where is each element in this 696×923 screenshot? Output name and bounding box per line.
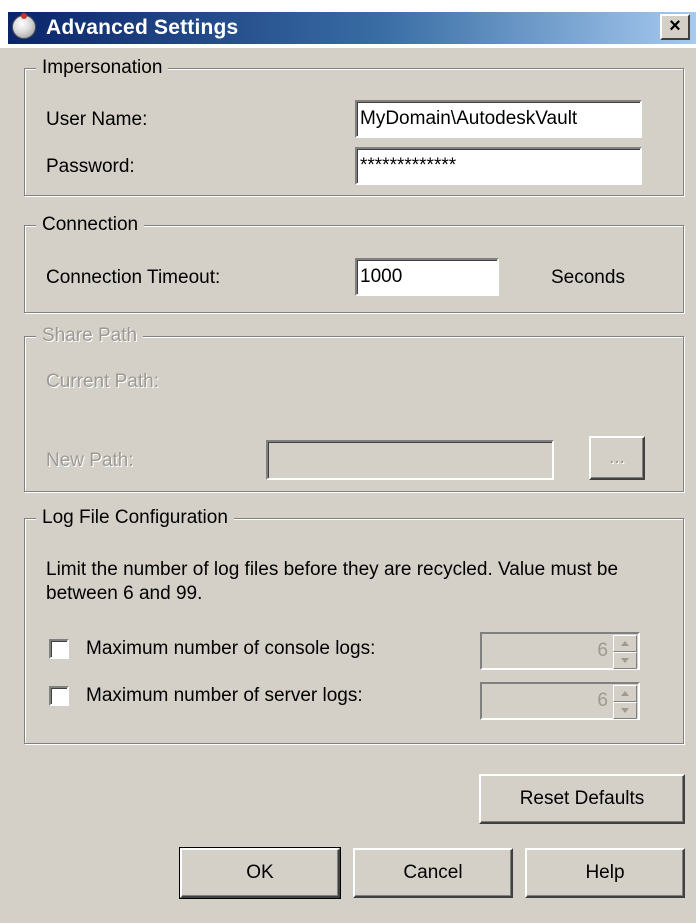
arrow-down-icon — [621, 708, 629, 713]
server-logs-down-button[interactable] — [613, 702, 637, 719]
impersonation-legend: Impersonation — [36, 57, 169, 79]
arrow-up-icon — [621, 641, 629, 646]
server-logs-checkbox[interactable] — [49, 686, 69, 706]
user-name-label: User Name: — [46, 109, 148, 130]
new-path-input[interactable] — [266, 440, 554, 480]
app-icon — [12, 13, 36, 39]
connection-timeout-label: Connection Timeout: — [46, 267, 221, 288]
close-button[interactable]: × — [660, 14, 690, 40]
title-bar[interactable]: Advanced Settings × — [0, 0, 696, 48]
seconds-unit-label: Seconds — [551, 267, 625, 288]
server-logs-spinner[interactable]: 6 — [480, 682, 640, 720]
browse-button[interactable]: ... — [589, 436, 645, 480]
server-logs-value: 6 — [597, 690, 608, 711]
connection-legend: Connection — [36, 214, 145, 236]
server-logs-label: Maximum number of server logs: — [86, 685, 363, 706]
log-file-configuration-legend: Log File Configuration — [36, 507, 234, 529]
password-input[interactable]: ************* — [355, 147, 642, 185]
cancel-button[interactable]: Cancel — [353, 848, 513, 898]
console-logs-value: 6 — [597, 640, 608, 661]
reset-defaults-button[interactable]: Reset Defaults — [479, 774, 685, 824]
close-icon: × — [669, 15, 681, 37]
console-logs-down-button[interactable] — [613, 652, 637, 669]
console-logs-spinner[interactable]: 6 — [480, 632, 640, 670]
browse-ellipsis: ... — [609, 447, 625, 468]
console-logs-spinner-buttons — [613, 635, 637, 669]
dialog-title: Advanced Settings — [46, 16, 239, 39]
help-button[interactable]: Help — [525, 848, 685, 898]
share-path-legend: Share Path — [36, 325, 144, 347]
server-logs-up-button[interactable] — [613, 685, 637, 702]
user-name-input[interactable]: MyDomain\AutodeskVault — [355, 100, 642, 138]
server-logs-spinner-buttons — [613, 685, 637, 719]
advanced-settings-dialog: Advanced Settings × Impersonation User N… — [0, 0, 696, 923]
password-label: Password: — [46, 156, 135, 177]
new-path-label: New Path: — [46, 450, 134, 471]
console-logs-label: Maximum number of console logs: — [86, 638, 376, 659]
arrow-up-icon — [621, 691, 629, 696]
connection-timeout-input[interactable]: 1000 — [355, 258, 499, 296]
console-logs-checkbox[interactable] — [49, 639, 69, 659]
ok-button[interactable]: OK — [179, 847, 341, 899]
console-logs-up-button[interactable] — [613, 635, 637, 652]
arrow-down-icon — [621, 658, 629, 663]
current-path-label: Current Path: — [46, 371, 159, 392]
log-description: Limit the number of log files before the… — [46, 559, 619, 604]
